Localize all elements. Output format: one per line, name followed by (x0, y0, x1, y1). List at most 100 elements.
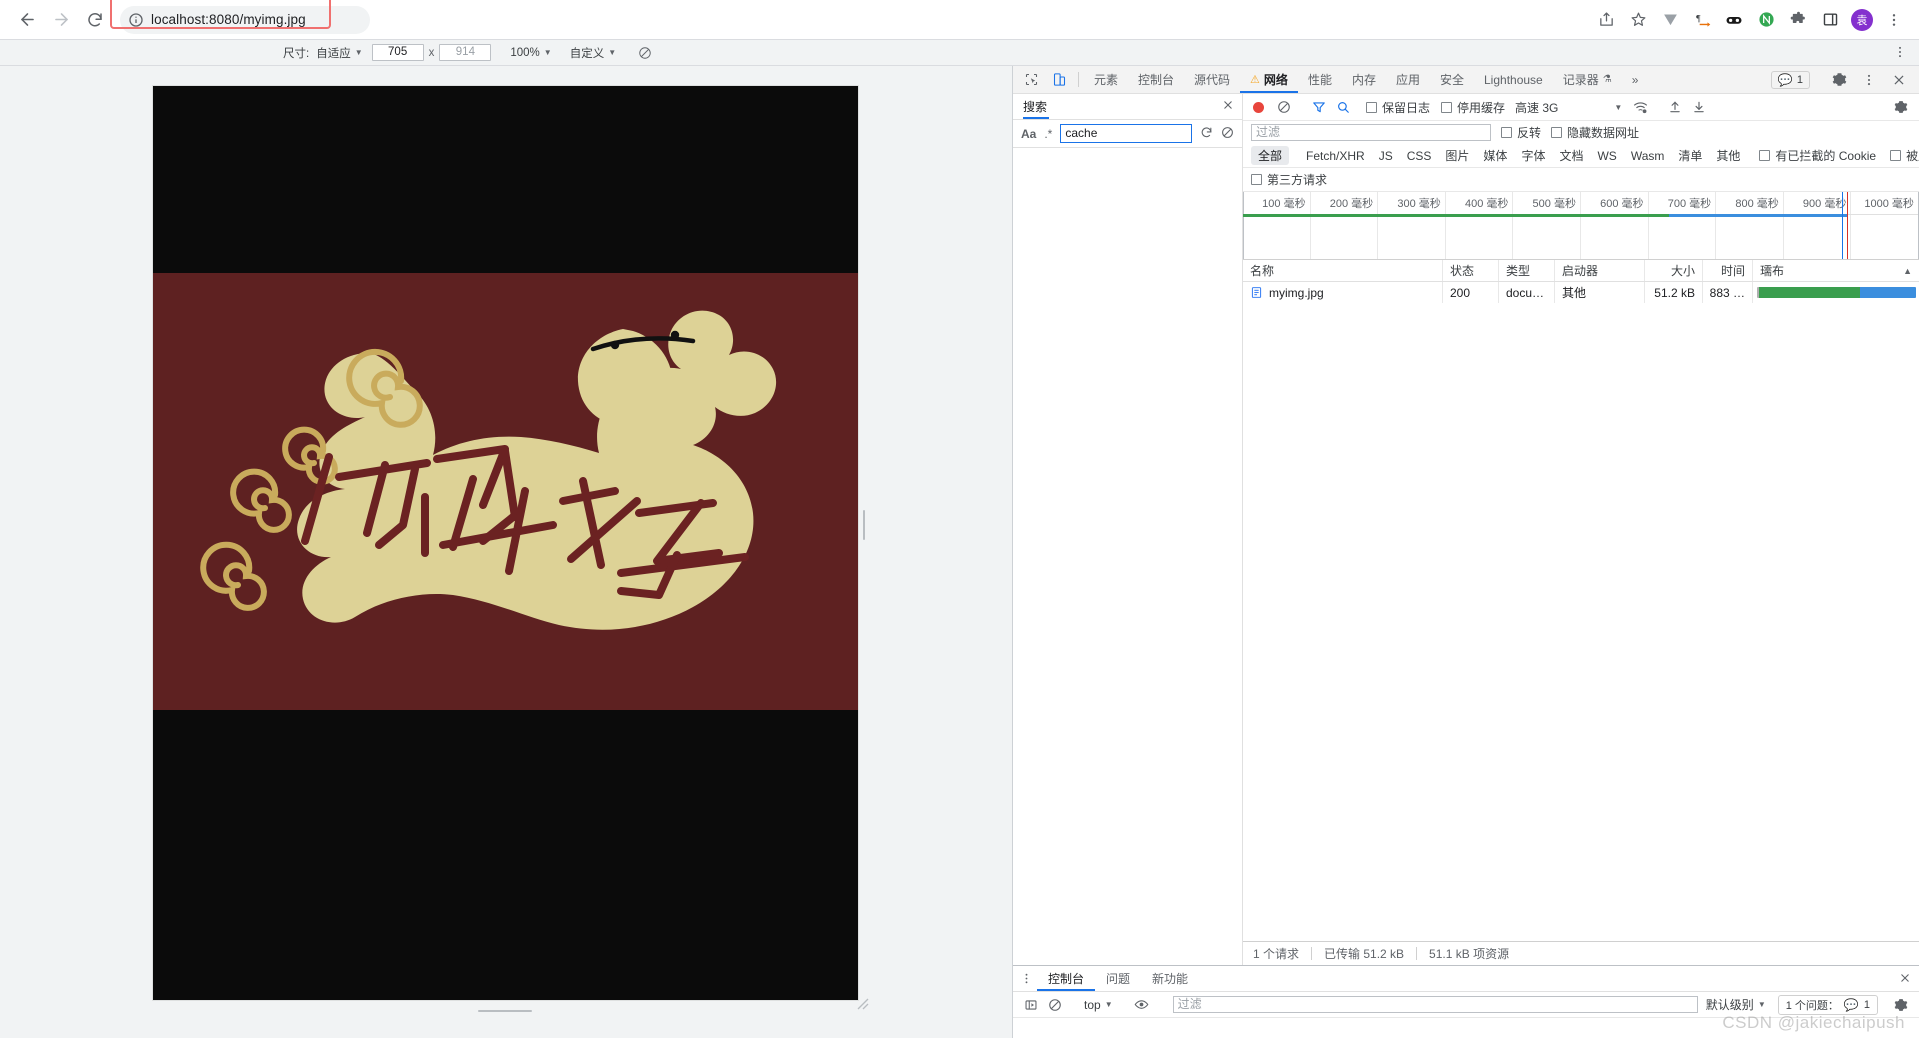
type-chip-media[interactable]: 媒体 (1476, 146, 1514, 165)
preserve-log-checkbox[interactable]: 保留日志 (1366, 99, 1430, 116)
toggle-device-toolbar-icon[interactable] (1045, 66, 1073, 93)
drawer-kebab-icon[interactable] (1015, 966, 1037, 991)
gear-icon[interactable] (1825, 72, 1853, 87)
blocked-cookies-checkbox[interactable]: 有已拦截的 Cookie (1759, 147, 1876, 164)
vimium-icon[interactable] (1655, 5, 1685, 35)
tab-memory[interactable]: 内存 (1342, 66, 1386, 93)
regex-button[interactable]: .* (1044, 127, 1052, 141)
type-chip-doc[interactable]: 文档 (1552, 146, 1590, 165)
console-filter-input[interactable]: 过滤 (1172, 996, 1698, 1013)
search-clear-icon[interactable] (1221, 126, 1234, 142)
device-zoom-select[interactable]: 100% ▼ (506, 46, 555, 60)
tab-network[interactable]: ⚠ 网络 (1240, 66, 1298, 93)
tab-security[interactable]: 安全 (1430, 66, 1474, 93)
tab-lighthouse[interactable]: Lighthouse (1474, 66, 1553, 93)
devtools-kebab-icon[interactable] (1855, 73, 1883, 87)
tab-performance[interactable]: 性能 (1298, 66, 1342, 93)
reload-button[interactable] (78, 3, 112, 37)
type-chip-manifest[interactable]: 清单 (1671, 146, 1709, 165)
column-header-waterfall[interactable]: 瓀布 ▲ (1753, 260, 1919, 281)
tabs-overflow-button[interactable]: » (1622, 66, 1649, 93)
search-input[interactable]: cache (1060, 124, 1192, 143)
network-conditions-icon[interactable] (1628, 100, 1652, 115)
extensions-puzzle-icon[interactable] (1783, 5, 1813, 35)
third-party-checkbox[interactable]: 第三方请求 (1251, 171, 1327, 188)
viewport-corner-drag-handle[interactable] (855, 996, 869, 1010)
issues-counter-badge[interactable]: 💬 1 (1770, 70, 1810, 89)
network-overview-timeline[interactable]: 100 毫秒 200 毫秒 300 毫秒 400 毫秒 500 毫秒 600 毫… (1243, 192, 1919, 260)
rotate-device-icon[interactable] (638, 46, 652, 60)
profile-avatar[interactable]: 袁 (1847, 5, 1877, 35)
tab-elements[interactable]: 元素 (1084, 66, 1128, 93)
match-case-button[interactable]: Aa (1021, 127, 1036, 141)
network-filter-input[interactable]: 过滤 (1251, 124, 1491, 141)
disable-cache-checkbox[interactable]: 停用缓存 (1441, 99, 1505, 116)
chrome-menu-kebab-icon[interactable] (1879, 5, 1909, 35)
console-level-select[interactable]: 默认级别 ▼ (1706, 996, 1766, 1013)
invert-filter-checkbox[interactable]: 反转 (1501, 124, 1541, 141)
tab-sources[interactable]: 源代码 (1184, 66, 1240, 93)
console-sidebar-icon[interactable] (1019, 998, 1043, 1012)
type-chip-font[interactable]: 字体 (1514, 146, 1552, 165)
bookmark-star-icon[interactable] (1623, 5, 1653, 35)
console-settings-gear-icon[interactable] (1889, 998, 1913, 1012)
type-chip-js[interactable]: JS (1372, 148, 1400, 164)
overview-selection-window[interactable] (1243, 192, 1919, 259)
device-toolbar-kebab-icon[interactable] (1893, 45, 1907, 61)
search-refresh-icon[interactable] (1200, 126, 1213, 142)
clear-console-icon[interactable] (1043, 998, 1067, 1012)
import-har-icon[interactable] (1663, 100, 1687, 114)
notion-icon[interactable] (1751, 5, 1781, 35)
type-chip-wasm[interactable]: Wasm (1624, 148, 1672, 164)
tab-console[interactable]: 控制台 (1128, 66, 1184, 93)
clear-requests-icon[interactable] (1272, 100, 1296, 114)
type-chip-css[interactable]: CSS (1400, 148, 1439, 164)
search-close-icon[interactable] (1222, 99, 1234, 114)
export-har-icon[interactable] (1687, 100, 1711, 114)
share-icon[interactable] (1591, 5, 1621, 35)
console-messages-area[interactable] (1013, 1018, 1919, 1038)
console-context-select[interactable]: top ▼ (1078, 998, 1119, 1012)
column-header-size[interactable]: 大小 (1645, 260, 1703, 281)
device-throttle-select[interactable]: 自定义 ▼ (566, 44, 620, 62)
hide-data-urls-checkbox[interactable]: 隐藏数据网址 (1551, 124, 1639, 141)
record-dot-icon[interactable] (1253, 101, 1264, 113)
column-header-initiator[interactable]: 启动器 (1555, 260, 1645, 281)
back-button[interactable] (10, 3, 44, 37)
viewport-height-drag-handle[interactable] (470, 1006, 540, 1016)
network-settings-gear-icon[interactable] (1889, 100, 1913, 114)
inspect-element-icon[interactable] (1017, 66, 1045, 93)
paragraph-icon[interactable]: ¶ (1687, 5, 1717, 35)
device-preset-select[interactable]: 自适应 ▼ (312, 44, 366, 62)
column-header-name[interactable]: 名称 (1243, 260, 1443, 281)
address-bar[interactable]: localhost:8080/myimg.jpg (120, 5, 370, 34)
emulated-page-frame[interactable] (153, 86, 858, 1000)
type-chip-other[interactable]: 其他 (1709, 146, 1747, 165)
column-header-time[interactable]: 时间 (1703, 260, 1753, 281)
column-header-type[interactable]: 类型 (1499, 260, 1555, 281)
blocked-requests-checkbox[interactable]: 被屏蔽的请求 (1890, 147, 1919, 164)
search-icon[interactable] (1331, 100, 1355, 114)
glasses-icon[interactable] (1719, 5, 1749, 35)
drawer-tab-whats-new[interactable]: 新功能 (1141, 966, 1199, 991)
type-chip-img[interactable]: 图片 (1438, 146, 1476, 165)
device-width-input[interactable]: 705 (371, 44, 424, 61)
drawer-tab-issues[interactable]: 问题 (1095, 966, 1141, 991)
drawer-tab-console[interactable]: 控制台 (1037, 966, 1095, 991)
tab-application[interactable]: 应用 (1386, 66, 1430, 93)
drawer-close-icon[interactable] (1899, 972, 1911, 987)
funnel-filter-icon[interactable] (1307, 100, 1331, 114)
devtools-close-icon[interactable] (1885, 73, 1913, 87)
column-header-status[interactable]: 状态 (1443, 260, 1499, 281)
forward-button[interactable] (44, 3, 78, 37)
type-chip-ws[interactable]: WS (1590, 148, 1623, 164)
side-panel-icon[interactable] (1815, 5, 1845, 35)
console-issues-badge[interactable]: 1 个问题： 💬 1 (1777, 994, 1878, 1015)
tab-recorder[interactable]: 记录器 ⚗ (1553, 66, 1622, 93)
type-chip-fetch-xhr[interactable]: Fetch/XHR (1299, 148, 1372, 164)
device-height-input[interactable]: 914 (439, 44, 492, 61)
viewport-width-drag-handle[interactable] (860, 506, 867, 544)
live-expression-eye-icon[interactable] (1130, 997, 1154, 1012)
info-circle-icon[interactable] (128, 12, 144, 28)
type-chip-all[interactable]: 全部 (1251, 146, 1290, 165)
